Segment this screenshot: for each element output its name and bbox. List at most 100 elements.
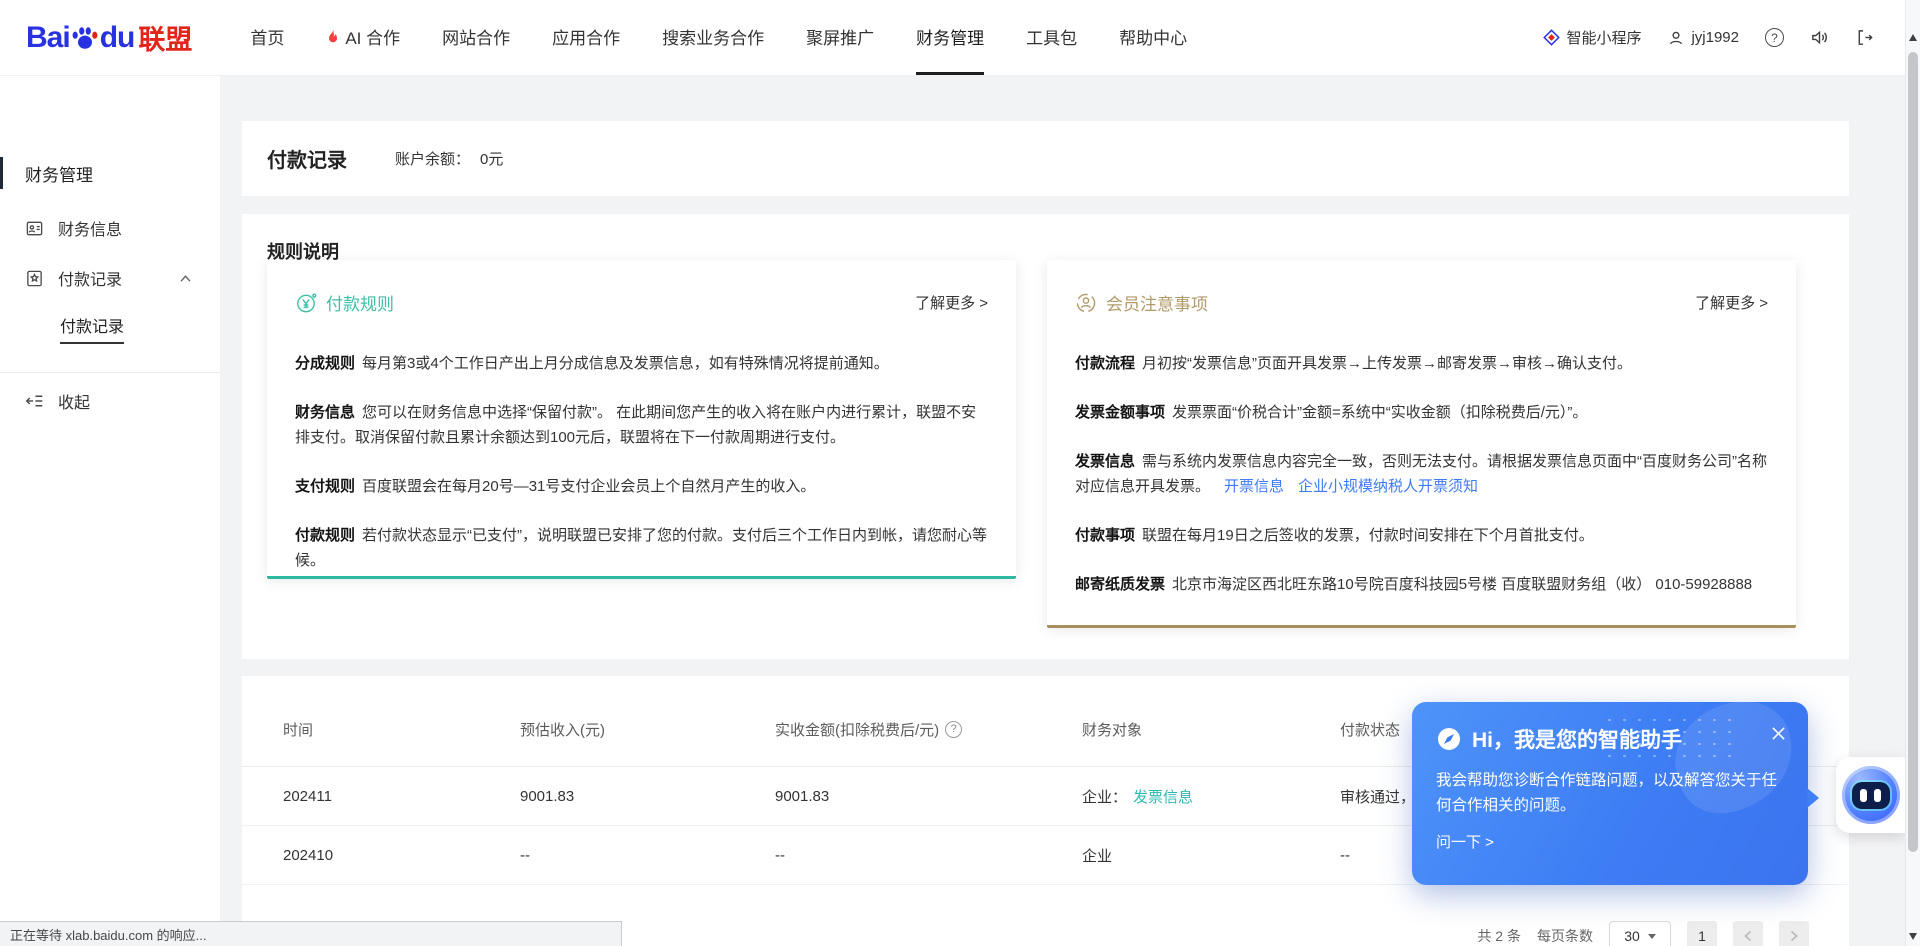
payment-rules-panel: 付款规则 了解更多 > 分成规则每月第3或4个工作日产出上月分成信息及发票信息，… <box>267 260 1016 579</box>
chevron-up-icon <box>179 274 192 283</box>
cell-finance-target: 企业： 发票信息 <box>1082 786 1340 807</box>
payment-records-header-card: 付款记录 账户余额： 0元 <box>242 121 1849 196</box>
nav-label: 帮助中心 <box>1119 24 1187 49</box>
rule-paragraph: 付款规则若付款状态显示“已支付”，说明联盟已安排了您的付款。支付后三个工作日内到… <box>295 523 988 573</box>
pagination: 共 2 条 每页条数 30 1 <box>1477 921 1809 946</box>
sidebar-item-finance-info[interactable]: 财务信息 <box>0 203 220 253</box>
help-icon[interactable]: ? <box>1765 28 1784 47</box>
col-header-time: 时间 <box>283 719 520 740</box>
nav-item-app-coop[interactable]: 应用合作 <box>552 0 620 75</box>
nav-item-home[interactable]: 首页 <box>250 0 284 75</box>
nav-item-help-center[interactable]: 帮助中心 <box>1119 0 1187 75</box>
flame-icon <box>326 28 340 45</box>
sidebar: 财务管理 财务信息 付款记录 付款记录 收起 <box>0 76 220 946</box>
rule-label: 分成规则 <box>295 355 355 372</box>
sidebar-subitem-payment-records[interactable]: 付款记录 <box>0 303 220 353</box>
payment-records-icon <box>25 269 44 288</box>
rule-text: 联盟在每月19日之后签收的发票，付款时间安排在下个月首批支付。 <box>1142 527 1594 544</box>
nav-item-website-coop[interactable]: 网站合作 <box>442 0 510 75</box>
sidebar-section-title: 财务管理 <box>0 153 220 193</box>
user-account[interactable]: jyj1992 <box>1667 29 1739 47</box>
scrollbar-down-icon[interactable] <box>1909 933 1917 940</box>
logout-icon[interactable] <box>1855 28 1874 47</box>
sidebar-item-payment-records[interactable]: 付款记录 <box>0 253 220 303</box>
nav-label: 网站合作 <box>442 24 510 49</box>
invoice-info-link[interactable]: 开票信息 <box>1224 478 1284 495</box>
rule-paragraph: 付款事项联盟在每月19日之后签收的发票，付款时间安排在下个月首批支付。 <box>1075 523 1768 548</box>
rule-text: 若付款状态显示“已支付”，说明联盟已安排了您的付款。支付后三个工作日内到帐，请您… <box>295 527 987 569</box>
rule-label: 发票信息 <box>1075 453 1135 470</box>
rule-paragraph: 付款流程月初按“发票信息”页面开具发票→上传发票→邮寄发票→审核→确认支付。 <box>1075 351 1768 376</box>
target-prefix: 企业： <box>1082 786 1127 807</box>
nav-label: AI 合作 <box>345 24 400 49</box>
browser-status-bar: 正在等待 xlab.baidu.com 的响应... <box>0 921 622 946</box>
small-taxpayer-invoice-link[interactable]: 企业小规模纳税人开票须知 <box>1298 478 1478 495</box>
next-page-button[interactable] <box>1779 921 1809 946</box>
sidebar-title-label: 财务管理 <box>25 161 93 186</box>
logo-text-union: 联盟 <box>138 18 192 57</box>
payment-rules-icon <box>295 292 317 314</box>
logo-text-du: du <box>100 21 135 55</box>
nav-item-toolkit[interactable]: 工具包 <box>1026 0 1077 75</box>
rule-paragraph: 发票金额事项发票票面“价税合计”金额=系统中“实收金额（扣除税费后/元）”。 <box>1075 400 1768 425</box>
baidu-union-logo[interactable]: Bai du 联盟 <box>26 0 192 75</box>
nav-item-ai-coop[interactable]: AI 合作 <box>326 0 400 75</box>
payment-rules-more-link[interactable]: 了解更多 > <box>915 292 988 313</box>
scrollbar-thumb[interactable] <box>1908 52 1918 852</box>
nav-label: 聚屏推广 <box>806 24 874 49</box>
member-notes-panel: 会员注意事项 了解更多 > 付款流程月初按“发票信息”页面开具发票→上传发票→邮… <box>1047 260 1796 628</box>
sidebar-collapse-button[interactable]: 收起 <box>0 373 220 429</box>
nav-item-search-coop[interactable]: 搜索业务合作 <box>662 0 764 75</box>
sidebar-subitem-label: 付款记录 <box>60 313 124 344</box>
close-icon[interactable] <box>1771 726 1786 741</box>
rule-paragraph: 分成规则每月第3或4个工作日产出上月分成信息及发票信息，如有特殊情况将提前通知。 <box>295 351 988 376</box>
page-number-button[interactable]: 1 <box>1687 921 1717 946</box>
collapse-icon <box>25 393 44 409</box>
per-page-select[interactable]: 30 <box>1609 921 1671 946</box>
smart-miniapp-entry[interactable]: 智能小程序 <box>1543 27 1641 48</box>
assistant-message: 我会帮助您诊断合作链路问题，以及解答您关于任何合作相关的问题。 <box>1436 768 1788 818</box>
cell-actual: 9001.83 <box>775 788 1082 805</box>
sound-icon[interactable] <box>1810 28 1829 47</box>
main-menu: 首页 AI 合作 网站合作 应用合作 搜索业务合作 聚屏推广 财务管理 工具包 … <box>250 0 1187 75</box>
ask-now-link[interactable]: 问一下 > <box>1436 831 1784 852</box>
select-caret-icon <box>1648 934 1656 939</box>
balance-value: 0元 <box>480 148 503 169</box>
robot-icon <box>1842 766 1900 824</box>
col-header-estimated-income: 预估收入(元) <box>520 719 775 740</box>
rule-text: 月初按“发票信息”页面开具发票→上传发票→邮寄发票→审核→确认支付。 <box>1142 355 1632 372</box>
nav-label: 应用合作 <box>552 24 620 49</box>
nav-item-screen-promo[interactable]: 聚屏推广 <box>806 0 874 75</box>
rule-paragraph: 财务信息您可以在财务信息中选择“保留付款”。 在此期间您产生的收入将在账户内进行… <box>295 400 988 450</box>
baidu-union-finance-page: Bai du 联盟 首页 AI 合作 网站合作 应用合作 搜索业务合作 聚屏推广… <box>0 0 1920 946</box>
member-notes-more-link[interactable]: 了解更多 > <box>1695 292 1768 313</box>
sidebar-item-label: 付款记录 <box>58 266 122 290</box>
scrollbar-up-icon[interactable] <box>1909 34 1917 41</box>
assistant-title: Hi，我是您的智能助手 <box>1472 724 1682 754</box>
invoice-info-table-link[interactable]: 发票信息 <box>1133 786 1193 807</box>
rule-label: 付款流程 <box>1075 355 1135 372</box>
cell-time: 202411 <box>283 788 520 805</box>
info-icon[interactable]: ? <box>945 721 962 738</box>
baidu-paw-icon <box>71 25 99 51</box>
page-scrollbar[interactable] <box>1905 0 1920 946</box>
rule-label: 财务信息 <box>295 404 355 421</box>
cell-estimated: 9001.83 <box>520 788 775 805</box>
cell-time: 202410 <box>283 847 520 864</box>
payment-rules-title: 付款规则 <box>326 290 394 315</box>
cell-actual: -- <box>775 847 1082 864</box>
assistant-launcher-button[interactable] <box>1836 757 1905 833</box>
nav-label: 首页 <box>250 24 284 49</box>
rule-paragraph: 邮寄纸质发票北京市海淀区西北旺东路10号院百度科技园5号楼 百度联盟财务组（收）… <box>1075 572 1768 597</box>
prev-page-button[interactable] <box>1733 921 1763 946</box>
cell-estimated: -- <box>520 847 775 864</box>
rule-text: 您可以在财务信息中选择“保留付款”。 在此期间您产生的收入将在账户内进行累计，联… <box>295 404 976 446</box>
total-count-label: 共 2 条 <box>1477 926 1521 946</box>
finance-info-icon <box>25 219 44 238</box>
compass-icon <box>1436 726 1462 752</box>
rule-label: 付款事项 <box>1075 527 1135 544</box>
account-balance: 账户余额： 0元 <box>395 148 503 169</box>
nav-item-finance[interactable]: 财务管理 <box>916 0 984 75</box>
nav-right-tools: 智能小程序 jyj1992 ? <box>1543 0 1894 75</box>
username-label: jyj1992 <box>1691 29 1739 46</box>
